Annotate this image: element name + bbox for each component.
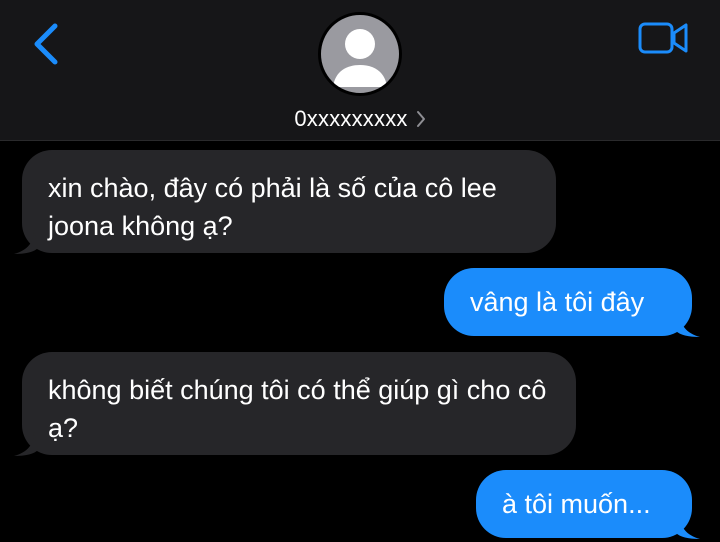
contact-info-button[interactable]: 0xxxxxxxxx: [0, 104, 720, 134]
incoming-message[interactable]: không biết chúng tôi có thể giúp gì cho …: [14, 352, 576, 456]
message-text: à tôi muốn...: [502, 489, 651, 519]
video-camera-icon: [638, 22, 688, 54]
message-text: vâng là tôi đây: [470, 287, 645, 317]
outgoing-message[interactable]: à tôi muốn...: [476, 470, 700, 539]
chevron-right-icon: [416, 110, 426, 128]
bubble-tail: [14, 230, 38, 254]
outgoing-message[interactable]: vâng là tôi đây: [444, 268, 700, 337]
bubble-tail: [676, 515, 700, 539]
messages-screen: 0xxxxxxxxx xin chào, đây có phải là số c…: [0, 0, 720, 542]
contact-name: 0xxxxxxxxx: [294, 106, 408, 131]
message-text: không biết chúng tôi có thể giúp gì cho …: [48, 375, 547, 443]
chevron-left-icon: [34, 23, 58, 65]
bubble-tail: [14, 432, 38, 456]
message-text: xin chào, đây có phải là số của cô lee j…: [48, 173, 497, 241]
person-silhouette-icon: [333, 29, 387, 87]
conversation-header: 0xxxxxxxxx: [0, 0, 720, 141]
bubble-tail: [676, 313, 700, 337]
back-button[interactable]: [24, 18, 68, 70]
incoming-message[interactable]: xin chào, đây có phải là số của cô lee j…: [14, 150, 556, 254]
video-call-button[interactable]: [636, 16, 692, 60]
contact-avatar[interactable]: [318, 12, 402, 96]
